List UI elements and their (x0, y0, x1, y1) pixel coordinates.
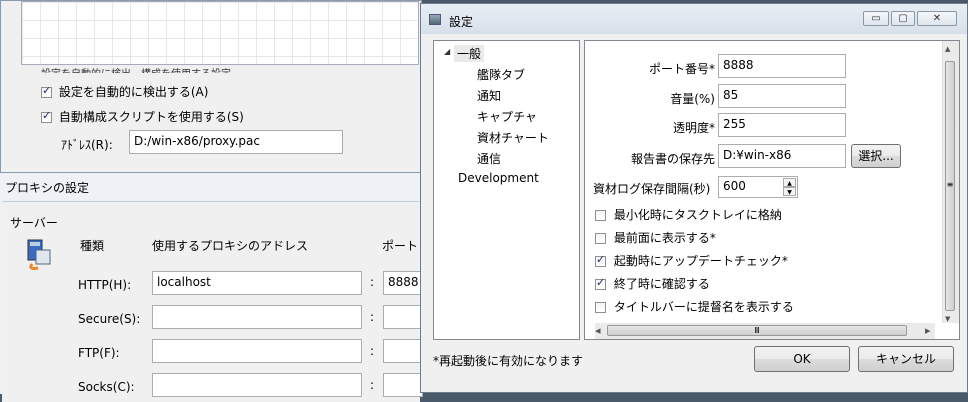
secure-label: Secure(S): (78, 312, 141, 326)
socks-port-input[interactable] (383, 373, 423, 397)
secure-address-input[interactable] (152, 305, 362, 329)
update-check-checkbox[interactable] (595, 253, 606, 267)
col-port-header: ポート (382, 239, 419, 253)
browse-button[interactable]: 選択... (851, 144, 901, 168)
confirm-exit-checkbox[interactable] (595, 276, 606, 290)
topmost-checkbox[interactable] (595, 233, 606, 244)
scroll-up-icon[interactable]: ▲ (945, 45, 950, 53)
minimize-to-tray-option[interactable]: 最小化時にタスクトレイに格納 (595, 206, 782, 223)
maximize-icon: ▢ (898, 13, 908, 24)
tree-item-general[interactable]: 一般 (454, 45, 485, 62)
horizontal-scroll-thumb[interactable]: Ⅲ (607, 325, 907, 336)
col-address-header: 使用するプロキシのアドレス (152, 239, 309, 253)
tree-item-notify[interactable]: 通知 (477, 87, 501, 104)
settings-dialog: 設定 ▭ ▢ ✕ ◢ 一般 艦隊タブ 通知 キャプチャ 資材チャート 通信 De… (420, 3, 968, 393)
report-folder-input[interactable]: D:¥win-x86 (718, 144, 846, 168)
minimize-icon: ▭ (871, 13, 881, 24)
spin-up-icon: ▲ (787, 180, 792, 187)
http-colon: : (370, 275, 375, 289)
minimize-to-tray-label: 最小化時にタスクトレイに格納 (613, 208, 782, 222)
port-input[interactable]: 8888 (718, 54, 846, 78)
horizontal-grip-icon: Ⅲ (754, 326, 760, 335)
vertical-grip-icon: ≡ (946, 180, 954, 189)
tree-item-resource-chart[interactable]: 資材チャート (477, 129, 549, 146)
address-label: ｱﾄﾞﾚｽ(R): (61, 138, 113, 152)
close-icon: ✕ (932, 13, 942, 24)
ftp-colon: : (370, 344, 375, 358)
minimize-to-tray-checkbox[interactable] (595, 210, 606, 221)
port-label: ポート番号* (648, 62, 715, 76)
volume-label: 音量(%) (670, 92, 715, 106)
ftp-label: FTP(F): (78, 346, 120, 360)
topmost-option[interactable]: 最前面に表示する* (595, 229, 716, 246)
close-button[interactable]: ✕ (917, 11, 957, 26)
admiral-title-label: タイトルバーに提督名を表示する (613, 300, 794, 314)
report-folder-label: 報告書の保存先 (630, 152, 715, 166)
maximize-button[interactable]: ▢ (891, 11, 915, 26)
socks-label: Socks(C): (78, 380, 135, 394)
ftp-address-input[interactable] (152, 339, 362, 363)
tree-item-fleet-tab[interactable]: 艦隊タブ (477, 66, 525, 83)
auto-detect-checkbox[interactable] (41, 84, 52, 98)
spin-down-icon: ▼ (787, 189, 792, 196)
update-check-option[interactable]: 起動時にアップデートチェック* (595, 252, 788, 269)
horizontal-scrollbar[interactable]: ◂ Ⅲ ▸ (595, 323, 935, 339)
scroll-right-icon[interactable]: ▸ (925, 324, 931, 337)
confirm-exit-label: 終了時に確認する (613, 277, 710, 291)
cancel-button[interactable]: キャンセル (858, 346, 954, 372)
scroll-left-icon[interactable]: ◂ (595, 324, 601, 337)
spin-up-button[interactable]: ▲ (783, 178, 796, 187)
auto-script-checkbox[interactable] (41, 109, 52, 123)
servers-group-label: サーバー (10, 216, 58, 230)
proxy-window-title: プロキシの設定 (5, 181, 90, 195)
grid-area (21, 1, 419, 65)
network-computer-icon (24, 238, 54, 272)
http-port-input[interactable]: 8888 (383, 271, 423, 295)
lan-settings-window: 設定を自動的に検出、構成を使用する設定 設定を自動的に検出する(A) 自動構成ス… (0, 0, 422, 174)
category-tree[interactable]: ◢ 一般 艦隊タブ 通知 キャプチャ 資材チャート 通信 Development (433, 40, 580, 340)
ok-button[interactable]: OK (754, 346, 850, 372)
socks-colon: : (370, 378, 375, 392)
update-check-label: 起動時にアップデートチェック* (613, 254, 788, 268)
http-address-input[interactable]: localhost (152, 271, 362, 295)
log-interval-label: 資材ログ保存間隔(秒) (593, 182, 711, 196)
socks-address-input[interactable] (152, 373, 362, 397)
spin-down-button[interactable]: ▼ (783, 187, 796, 196)
topmost-label: 最前面に表示する* (613, 231, 716, 245)
auto-script-label: 自動構成スクリプトを使用する(S) (58, 110, 244, 124)
restart-footnote: *再起動後に有効になります (433, 354, 584, 368)
tree-item-network[interactable]: 通信 (477, 150, 501, 167)
proxy-window-body: サーバー 種類 使用するプロキシのアドレス ポート HTTP(H): local… (2, 201, 423, 402)
col-type-header: 種類 (80, 239, 105, 253)
opacity-input[interactable]: 255 (718, 113, 846, 137)
auto-detect-label: 設定を自動的に検出する(A) (58, 85, 209, 99)
http-label: HTTP(H): (78, 278, 132, 292)
admiral-title-checkbox[interactable] (595, 302, 606, 313)
admiral-title-option[interactable]: タイトルバーに提督名を表示する (595, 298, 794, 315)
scroll-down-icon[interactable]: ▼ (945, 315, 950, 323)
minimize-button[interactable]: ▭ (863, 11, 889, 26)
ftp-port-input[interactable] (383, 339, 423, 363)
opacity-label: 透明度* (672, 121, 715, 135)
volume-input[interactable]: 85 (718, 84, 846, 108)
address-input[interactable]: D:/win-x86/proxy.pac (129, 130, 343, 154)
tree-item-capture[interactable]: キャプチャ (477, 108, 537, 125)
proxy-settings-window: プロキシの設定 サーバー 種類 使用するプロキシのアドレス ポート HTTP(H… (0, 172, 423, 402)
auto-script-option[interactable]: 自動構成スクリプトを使用する(S) (41, 108, 244, 125)
expand-arrow-icon[interactable]: ◢ (444, 47, 450, 56)
auto-detect-option[interactable]: 設定を自動的に検出する(A) (41, 83, 208, 100)
dialog-titlebar: 設定 ▭ ▢ ✕ (421, 4, 967, 34)
vertical-scrollbar[interactable]: ▲ ≡ ▼ (942, 41, 959, 323)
tree-item-development[interactable]: Development (458, 171, 539, 185)
confirm-exit-option[interactable]: 終了時に確認する (595, 275, 710, 292)
partial-text: 設定を自動的に検出、構成を使用する設定 (41, 65, 341, 73)
dialog-title: 設定 (449, 15, 474, 29)
secure-colon: : (370, 310, 375, 324)
secure-port-input[interactable] (383, 305, 423, 329)
app-icon (429, 14, 441, 25)
vertical-scroll-thumb[interactable]: ≡ (945, 61, 955, 311)
settings-panel: ポート番号* 8888 音量(%) 85 透明度* 255 報告書の保存先 D:… (584, 40, 960, 340)
